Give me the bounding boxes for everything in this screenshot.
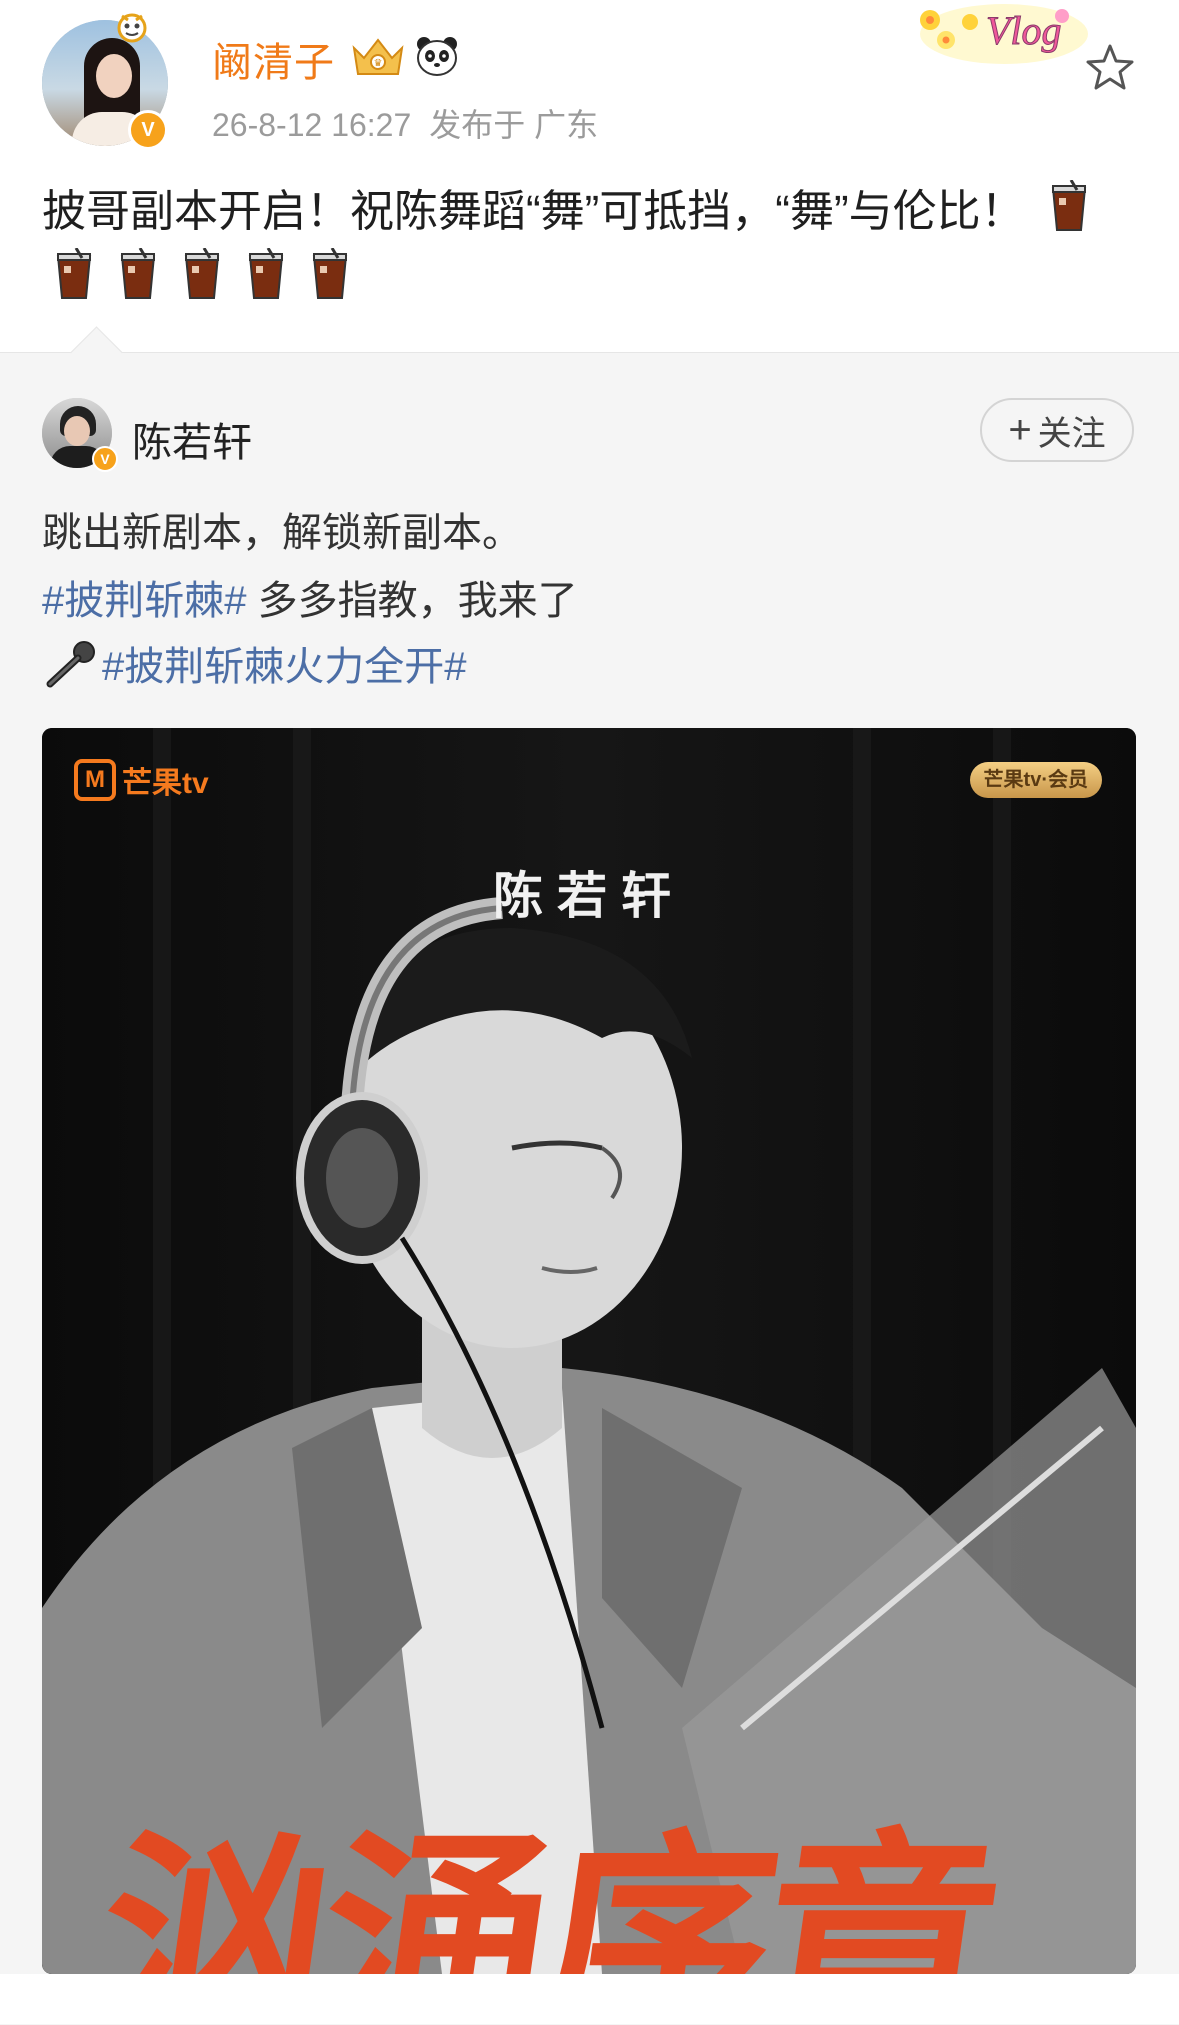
- retweet-text-line: #披荆斩棘# 多多指教，我来了: [42, 568, 578, 626]
- post-text: 披哥副本开启！祝陈舞蹈“舞”可抵挡，“舞”与伦比！: [42, 187, 1025, 236]
- mango-tv-logo: M 芒果tv: [74, 758, 209, 802]
- hashtag-link[interactable]: #披荆斩棘#: [42, 579, 247, 623]
- iced-drink-icon: [248, 248, 284, 300]
- hashtag-link[interactable]: #披荆斩棘火力全开#: [102, 645, 467, 689]
- poster-image[interactable]: M 芒果tv 芒果tv·会员 陈若轩 汹涌序章: [42, 728, 1136, 1974]
- post-location: 发布于 广东: [429, 107, 599, 143]
- poster-name: 陈若轩: [493, 868, 685, 924]
- author-name[interactable]: 阚清子: [212, 30, 335, 88]
- microphone-icon: [46, 641, 95, 688]
- panda-icon: [417, 37, 457, 76]
- post-timestamp: 26-8-12 16:27: [212, 107, 412, 143]
- retweet-text-line: 跳出新剧本，解锁新副本。: [42, 511, 522, 555]
- follow-button[interactable]: + 关注: [980, 398, 1134, 462]
- iced-drink-icon: [1051, 180, 1086, 231]
- sticker-icon: [117, 13, 147, 43]
- mango-vip-badge: 芒果tv·会员: [969, 762, 1102, 798]
- favorite-star-icon[interactable]: [1082, 40, 1138, 96]
- bottom-bar: [0, 1974, 1179, 2024]
- iced-drink-icon: [120, 248, 156, 300]
- retweet-verified-badge-icon: V: [92, 446, 118, 472]
- plus-icon: +: [1008, 408, 1032, 452]
- iced-drink-icon: [184, 248, 220, 300]
- svg-text:Vlog: Vlog: [986, 8, 1062, 53]
- follow-label: 关注: [1037, 414, 1106, 453]
- retweet-author-name[interactable]: 陈若轩: [132, 410, 252, 468]
- svg-text:♛: ♛: [374, 58, 383, 69]
- iced-drink-icon: [312, 248, 348, 300]
- vlog-sticker-icon: Vlog: [920, 4, 1088, 64]
- verified-badge-icon: V: [128, 110, 168, 150]
- poster-title: 汹涌序章: [80, 1819, 1005, 1974]
- post-meta: 26-8-12 16:27 发布于 广东: [212, 100, 598, 146]
- retweet-text-line: #披荆斩棘火力全开#: [42, 634, 467, 692]
- post-body: 披哥副本开启！祝陈舞蹈“舞”可抵挡，“舞”与伦比！: [42, 178, 1142, 314]
- vip-crown-icon: ♛: [352, 38, 404, 75]
- iced-drink-icon: [56, 248, 92, 300]
- retweet-text: 多多指教，我来了: [246, 579, 578, 623]
